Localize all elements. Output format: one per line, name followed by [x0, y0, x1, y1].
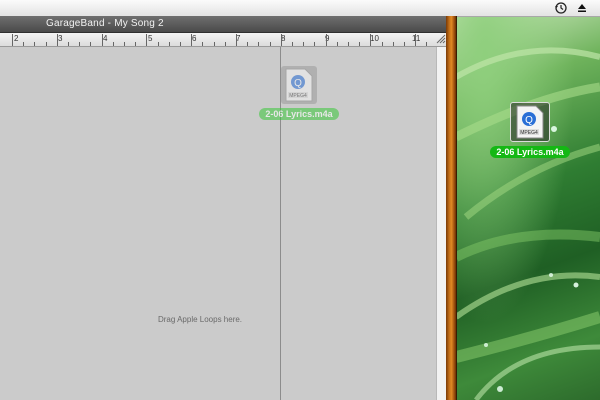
ruler-tick [314, 42, 315, 46]
ruler-label: 5 [148, 34, 153, 43]
ruler-tick [270, 42, 271, 46]
timeline-ruler[interactable]: 2 3 4 5 6 7 8 9 10 11 [0, 33, 446, 47]
dragged-file-label: 2-06 Lyrics.m4a [259, 108, 339, 120]
window-title: GarageBand - My Song 2 [46, 18, 164, 29]
ruler-tick [180, 42, 181, 46]
ruler-label: 11 [412, 34, 421, 43]
drop-hint: Drag Apple Loops here. [157, 315, 243, 324]
mpeg4-badge: MPEG4 [520, 130, 538, 136]
menu-bar [0, 0, 600, 17]
dragged-file[interactable]: Q MPEG4 2-06 Lyrics.m4a [244, 66, 354, 122]
ruler-tick [102, 34, 103, 46]
desktop-wallpaper [456, 17, 600, 400]
ruler-tick [202, 42, 203, 46]
ruler-label: 10 [370, 34, 379, 43]
window-wood-frame [446, 16, 457, 400]
ruler-tick [158, 42, 159, 46]
ruler-label: 4 [103, 34, 108, 43]
ruler-zoom-icon[interactable] [436, 34, 446, 44]
ruler-tick [303, 42, 304, 46]
ruler-tick [146, 34, 147, 46]
desktop-file[interactable]: Q MPEG4 2-06 Lyrics.m4a [460, 102, 600, 160]
mpeg4-badge: MPEG4 [289, 93, 307, 99]
ruler-tick [57, 34, 58, 46]
ruler-tick [214, 42, 215, 46]
ruler-tick [34, 42, 35, 46]
ruler-tick [326, 34, 327, 46]
ruler-tick [359, 42, 360, 46]
ruler-tick [135, 42, 136, 46]
ruler-tick [415, 34, 416, 46]
ruler-tick [46, 42, 47, 46]
ruler-tick [348, 42, 349, 46]
time-machine-icon[interactable] [554, 1, 568, 15]
ruler-tick [382, 42, 383, 46]
ruler-tick [236, 34, 237, 46]
ruler-tick [292, 42, 293, 46]
ruler-label: 2 [14, 34, 19, 43]
ruler-tick [191, 34, 192, 46]
mpeg4-file-icon: Q MPEG4 [281, 66, 317, 104]
ruler-tick [169, 42, 170, 46]
ruler-tick [68, 42, 69, 46]
grass-wallpaper-image [456, 47, 600, 400]
ruler-tick [281, 34, 282, 46]
ruler-tick [337, 42, 338, 46]
ruler-tick [247, 42, 248, 46]
eject-icon[interactable] [577, 3, 587, 13]
ruler-tick [370, 34, 371, 46]
ruler-tick [113, 42, 114, 46]
svg-text:Q: Q [294, 78, 302, 89]
ruler-tick [124, 42, 125, 46]
desktop-file-label: 2-06 Lyrics.m4a [490, 146, 570, 158]
track-area[interactable]: Drag Apple Loops here. [0, 47, 436, 400]
ruler-label: 3 [58, 34, 63, 43]
ruler-tick [79, 42, 80, 46]
window-titlebar[interactable]: GarageBand - My Song 2 [0, 16, 446, 33]
ruler-label: 6 [192, 34, 197, 43]
ruler-tick [90, 42, 91, 46]
svg-text:Q: Q [525, 115, 533, 126]
garageband-window: GarageBand - My Song 2 2 3 4 5 6 7 8 9 1… [0, 16, 447, 400]
mpeg4-file-icon: Q MPEG4 [510, 102, 550, 142]
ruler-tick [404, 42, 405, 46]
ruler-tick [258, 42, 259, 46]
ruler-tick [225, 42, 226, 46]
ruler-tick [23, 42, 24, 46]
ruler-tick [393, 42, 394, 46]
ruler-tick [426, 42, 427, 46]
ruler-tick [12, 34, 13, 46]
